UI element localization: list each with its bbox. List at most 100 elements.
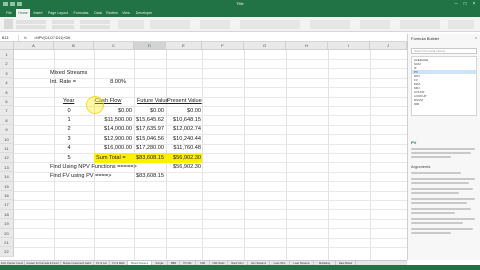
- formula-input[interactable]: =NPV(C4,D7:D11)+D6: [34, 35, 234, 41]
- npv-label[interactable]: Find Using NPV Functions =====>: [50, 163, 137, 172]
- row-header[interactable]: 20: [0, 228, 14, 238]
- tab-insert[interactable]: Insert: [31, 9, 45, 17]
- argument-line: [411, 198, 475, 200]
- cell-year[interactable]: 3: [54, 135, 84, 144]
- minimize-icon[interactable]: –: [452, 1, 460, 7]
- undo-icon[interactable]: [10, 2, 15, 6]
- row-header[interactable]: 6: [0, 97, 14, 107]
- cell-future-value[interactable]: $15,046.56: [134, 135, 164, 144]
- cell-future-value[interactable]: $15,645.62: [134, 116, 164, 125]
- tab-developer[interactable]: Developer: [133, 9, 155, 17]
- tab-home[interactable]: Home: [16, 9, 30, 17]
- header-year[interactable]: Year: [63, 97, 74, 106]
- description-line: [411, 152, 471, 154]
- name-box[interactable]: B13: [1, 35, 19, 41]
- cell-present-value[interactable]: $12,002.74: [166, 125, 201, 134]
- column-header[interactable]: F: [202, 42, 244, 50]
- column-header[interactable]: A: [14, 42, 54, 50]
- cell-cash-flow[interactable]: $12,900.00: [94, 135, 132, 144]
- maximize-icon[interactable]: □: [461, 1, 469, 7]
- cell-cash-flow[interactable]: $14,000.00: [94, 125, 132, 134]
- grid-line: [14, 228, 407, 230]
- row-header[interactable]: 9: [0, 125, 14, 135]
- tab-view[interactable]: View: [120, 9, 132, 17]
- int-rate-label[interactable]: Int. Rate =: [50, 78, 76, 87]
- column-header[interactable]: E: [166, 42, 202, 50]
- formula-bar: B13 fx =NPV(C4,D7:D11)+D6: [0, 34, 407, 42]
- column-header[interactable]: H: [286, 42, 328, 50]
- cell-present-value[interactable]: $0.00: [166, 107, 201, 116]
- column-header[interactable]: I: [328, 42, 370, 50]
- row-header[interactable]: 8: [0, 115, 14, 126]
- tab-data[interactable]: Data: [92, 9, 104, 17]
- row-header[interactable]: 21: [0, 238, 14, 248]
- fv-label[interactable]: Find FV using PV ====>: [50, 172, 111, 181]
- column-header[interactable]: C: [94, 42, 134, 50]
- function-item[interactable]: IRR: [414, 102, 419, 106]
- cell-year[interactable]: 1: [54, 116, 84, 125]
- column-header[interactable]: G: [244, 42, 286, 50]
- row-header[interactable]: 4: [0, 78, 14, 88]
- row-header[interactable]: 12: [0, 153, 14, 163]
- sum-present-value[interactable]: $56,902.30: [166, 154, 201, 163]
- tab-formulas[interactable]: Formulas: [71, 9, 91, 17]
- spreadsheet-grid[interactable]: A B C D E F G H I J 1 2 3 4 5 6 7 8 9 10…: [0, 42, 407, 260]
- header-present-value[interactable]: Present Value: [167, 97, 202, 106]
- grid-line: [14, 190, 407, 192]
- tab-file[interactable]: File: [2, 9, 16, 17]
- function-search-input[interactable]: Search Formula Library: [411, 48, 477, 54]
- select-all-corner[interactable]: [0, 42, 14, 50]
- cell-cash-flow[interactable]: $16,000.00: [94, 144, 132, 153]
- cell-future-value[interactable]: $17,635.97: [134, 125, 164, 134]
- close-icon[interactable]: ×: [475, 35, 477, 40]
- column-header[interactable]: J: [370, 42, 407, 50]
- fx-icon[interactable]: fx: [24, 35, 32, 41]
- sheet-title[interactable]: Mixed Streams: [50, 69, 87, 78]
- tab-review[interactable]: Review: [105, 9, 119, 17]
- cell-present-value[interactable]: $11,760.48: [166, 144, 201, 153]
- cell-future-value[interactable]: $17,280.00: [134, 144, 164, 153]
- row-header[interactable]: 7: [0, 106, 14, 116]
- row-header[interactable]: 22: [0, 247, 14, 257]
- grid-line: [14, 209, 407, 211]
- cell-year[interactable]: 0: [54, 107, 84, 116]
- cell-present-value[interactable]: $10,648.15: [166, 116, 201, 125]
- row-header[interactable]: 14: [0, 172, 14, 182]
- function-list[interactable]: AVERAGE SUM IF PV NPV FV MAX MIN COUNT L…: [411, 56, 477, 116]
- argument-line: [411, 228, 473, 230]
- cell-cash-flow[interactable]: $11,500.00: [94, 116, 132, 125]
- cell-present-value[interactable]: $10,240.44: [166, 135, 201, 144]
- row-header[interactable]: 1: [0, 50, 14, 60]
- row-header[interactable]: 16: [0, 191, 14, 201]
- fv-value[interactable]: $83,608.15: [134, 172, 164, 181]
- header-future-value[interactable]: Future Value: [137, 97, 169, 106]
- row-header[interactable]: 3: [0, 68, 14, 79]
- argument-line: [411, 172, 461, 174]
- row-header[interactable]: 18: [0, 209, 14, 220]
- close-icon[interactable]: ×: [470, 1, 478, 7]
- argument-line: [411, 222, 463, 224]
- cell-future-value[interactable]: $0.00: [134, 107, 164, 116]
- sum-future-value[interactable]: $83,608.15: [134, 154, 164, 163]
- redo-icon[interactable]: [17, 2, 22, 6]
- npv-value[interactable]: $56,902.30: [166, 163, 201, 172]
- tab-page-layout[interactable]: Page Layout: [46, 9, 70, 17]
- cell-year[interactable]: 4: [54, 144, 84, 153]
- row-header[interactable]: 13: [0, 162, 14, 173]
- row-header[interactable]: 19: [0, 219, 14, 229]
- row-header[interactable]: 11: [0, 144, 14, 154]
- int-rate-value[interactable]: 8.00%: [94, 78, 126, 87]
- column-header[interactable]: D: [134, 42, 166, 50]
- sum-total-label[interactable]: Sum Total =: [96, 154, 126, 163]
- row-header[interactable]: 10: [0, 134, 14, 144]
- row-header[interactable]: 15: [0, 181, 14, 191]
- cell-year[interactable]: 5: [54, 154, 84, 163]
- row-header[interactable]: 2: [0, 59, 14, 69]
- row-header[interactable]: 5: [0, 87, 14, 97]
- row-header[interactable]: 17: [0, 200, 14, 210]
- argument-line: [411, 182, 469, 184]
- function-item-selected[interactable]: PV: [412, 70, 476, 74]
- save-icon[interactable]: [3, 2, 8, 6]
- column-header[interactable]: B: [54, 42, 94, 50]
- cell-year[interactable]: 2: [54, 125, 84, 134]
